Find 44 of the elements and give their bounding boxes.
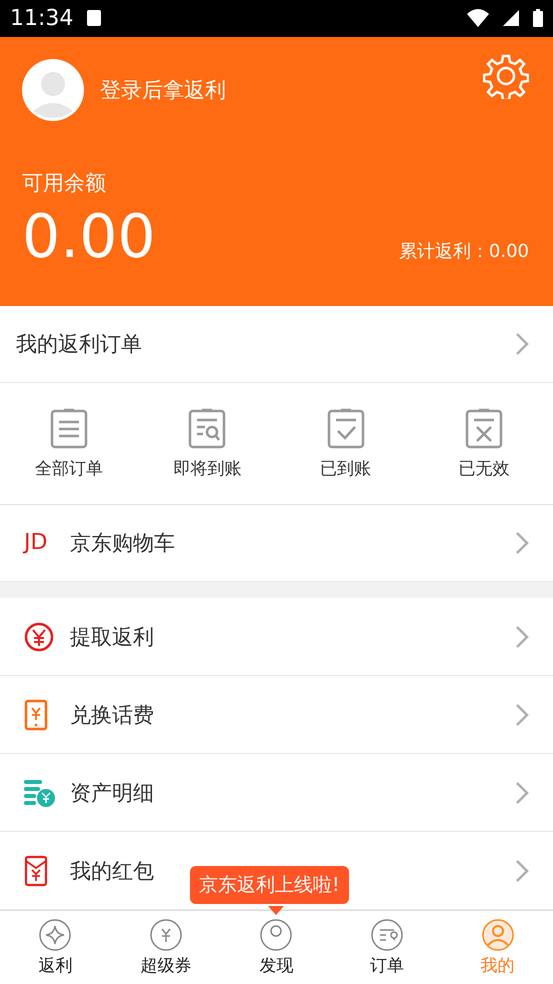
order-filter[interactable]: 即将到账 — [138, 382, 276, 504]
order-filter[interactable]: 全部订单 — [0, 382, 138, 504]
balance-label: 可用余额 — [22, 170, 107, 197]
battery-icon — [533, 9, 543, 28]
tooltip-pointer — [268, 906, 284, 915]
nav-tab[interactable]: 发现 — [221, 911, 332, 984]
envelope-icon — [24, 854, 48, 887]
chevron-right-icon — [515, 332, 529, 356]
total-rebate: 累计返利：0.00 — [398, 240, 529, 263]
chevron-right-icon — [515, 702, 529, 727]
status-time: 11:34 — [10, 6, 74, 31]
order-filter[interactable]: 已无效 — [414, 382, 553, 504]
menu-row[interactable]: 提取返利 — [0, 598, 553, 676]
clipboard-icon — [49, 406, 90, 449]
wifi-icon — [467, 9, 489, 28]
user-icon — [480, 918, 515, 952]
signal-icon — [503, 10, 519, 26]
chevron-right-icon — [515, 780, 529, 805]
chevron-right-icon — [515, 858, 529, 883]
menu-row[interactable]: 兑换话费 — [0, 676, 553, 754]
nav-tab[interactable]: 订单 — [332, 911, 442, 984]
order-filter[interactable]: 已到账 — [276, 382, 415, 504]
yen-circle-icon — [24, 622, 54, 652]
nav-tab[interactable]: 超级券 — [110, 911, 222, 984]
coins-icon — [24, 778, 56, 807]
phone-icon — [24, 698, 48, 731]
settings-icon[interactable] — [483, 52, 529, 99]
nav-tab[interactable]: 返利 — [0, 911, 111, 984]
jd-logo: JD — [24, 530, 48, 556]
clipboard-check-icon — [326, 406, 366, 449]
tooltip: 京东返利上线啦! — [190, 866, 349, 904]
list-search-icon — [370, 918, 404, 952]
clipboard-search-icon — [187, 406, 228, 449]
orders-row[interactable]: 我的返利订单 — [0, 306, 553, 383]
coupon-icon — [148, 918, 183, 952]
circle-icon — [259, 918, 294, 952]
menu-row[interactable]: 资产明细 — [0, 754, 553, 832]
clipboard-cross-icon — [464, 406, 504, 449]
chevron-right-icon — [515, 624, 529, 649]
avatar[interactable] — [22, 58, 84, 121]
sparkle-icon — [38, 918, 72, 952]
balance-amount: 0.00 — [22, 206, 156, 267]
chevron-right-icon — [515, 530, 529, 555]
cart-row[interactable]: JD 京东购物车 — [0, 504, 553, 582]
